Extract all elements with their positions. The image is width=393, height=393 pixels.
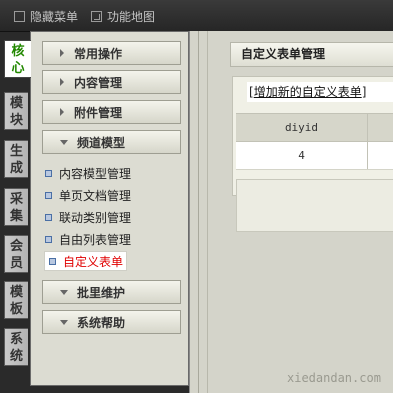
menu-section-label: 批里维护 xyxy=(77,285,126,300)
bullet-icon xyxy=(49,257,56,265)
form-list-card: [增加新的自定义表单] diyid 4 xyxy=(232,76,393,232)
bullet-icon xyxy=(45,191,52,199)
menu-item-label: 内容模型管理 xyxy=(59,166,132,181)
cell-diyid: 4 xyxy=(236,142,368,169)
tab-module[interactable]: 模 块 xyxy=(4,92,28,130)
feature-map-label: 功能地图 xyxy=(107,9,156,24)
chevron-right-icon xyxy=(60,78,64,86)
menu-section-label: 内容管理 xyxy=(74,75,123,90)
menu-section-common[interactable]: 常用操作 xyxy=(42,41,181,65)
menu-item-label: 自定义表单 xyxy=(63,254,124,269)
menu-item-free-list[interactable]: 自由列表管理 xyxy=(45,230,131,248)
hide-menu-button[interactable]: 隐藏菜单 xyxy=(14,8,78,24)
chevron-right-icon xyxy=(60,49,64,57)
menu-item-custom-form[interactable]: 自定义表单 xyxy=(44,251,128,271)
top-bar: 隐藏菜单 功能地图 xyxy=(0,0,393,32)
menu-item-label: 自由列表管理 xyxy=(59,232,132,247)
hide-menu-icon xyxy=(14,10,25,22)
menu-section-label: 常用操作 xyxy=(74,46,123,61)
menu-panel: 常用操作 内容管理 附件管理 频道模型 内容模型管理 单页文档管理 联动类别管理… xyxy=(30,31,189,386)
add-form-box: [增加新的自定义表单] xyxy=(247,82,393,102)
menu-item-content-model[interactable]: 内容模型管理 xyxy=(45,164,131,182)
tab-member[interactable]: 会 员 xyxy=(4,235,28,273)
bullet-icon xyxy=(45,235,52,243)
table-footer xyxy=(236,179,393,232)
page-title: 自定义表单管理 xyxy=(230,42,393,67)
tab-collect[interactable]: 采 集 xyxy=(4,188,28,226)
table-row[interactable]: 4 xyxy=(236,142,393,170)
watermark: xiedandan.com xyxy=(287,371,381,385)
column-header-diyid[interactable]: diyid xyxy=(236,114,368,141)
panel-splitter[interactable] xyxy=(189,31,207,393)
menu-section-channel-model[interactable]: 频道模型 xyxy=(42,130,181,154)
bracket-close: ] xyxy=(361,85,367,99)
menu-section-label: 附件管理 xyxy=(74,105,123,120)
tab-template[interactable]: 模 板 xyxy=(4,281,28,319)
menu-item-single-page[interactable]: 单页文档管理 xyxy=(45,186,131,204)
menu-item-label: 联动类别管理 xyxy=(59,210,132,225)
menu-section-content[interactable]: 内容管理 xyxy=(42,70,181,94)
main-content: 自定义表单管理 [增加新的自定义表单] diyid 4 xyxy=(207,31,393,393)
menu-item-linkage-category[interactable]: 联动类别管理 xyxy=(45,208,131,226)
splitter-line xyxy=(198,31,199,393)
menu-item-label: 单页文档管理 xyxy=(59,188,132,203)
feature-map-button[interactable]: 功能地图 xyxy=(91,8,155,24)
menu-section-label: 系统帮助 xyxy=(77,315,126,330)
menu-section-help[interactable]: 系统帮助 xyxy=(42,310,181,334)
chevron-down-icon xyxy=(60,319,68,325)
menu-section-label: 频道模型 xyxy=(77,135,126,150)
bullet-icon xyxy=(45,213,52,221)
tab-core[interactable]: 核 心 xyxy=(4,40,31,78)
tab-generate[interactable]: 生 成 xyxy=(4,140,28,178)
table-header: diyid xyxy=(236,113,393,142)
chevron-down-icon xyxy=(60,139,68,145)
tab-system[interactable]: 系 统 xyxy=(4,328,28,366)
menu-section-batch[interactable]: 批里维护 xyxy=(42,280,181,304)
bullet-icon xyxy=(45,169,52,177)
chevron-down-icon xyxy=(60,289,68,295)
add-custom-form-link[interactable]: 增加新的自定义表单 xyxy=(254,85,362,99)
chevron-right-icon xyxy=(60,108,64,116)
hide-menu-label: 隐藏菜单 xyxy=(30,9,79,24)
menu-section-attachment[interactable]: 附件管理 xyxy=(42,100,181,124)
map-icon xyxy=(91,10,102,22)
